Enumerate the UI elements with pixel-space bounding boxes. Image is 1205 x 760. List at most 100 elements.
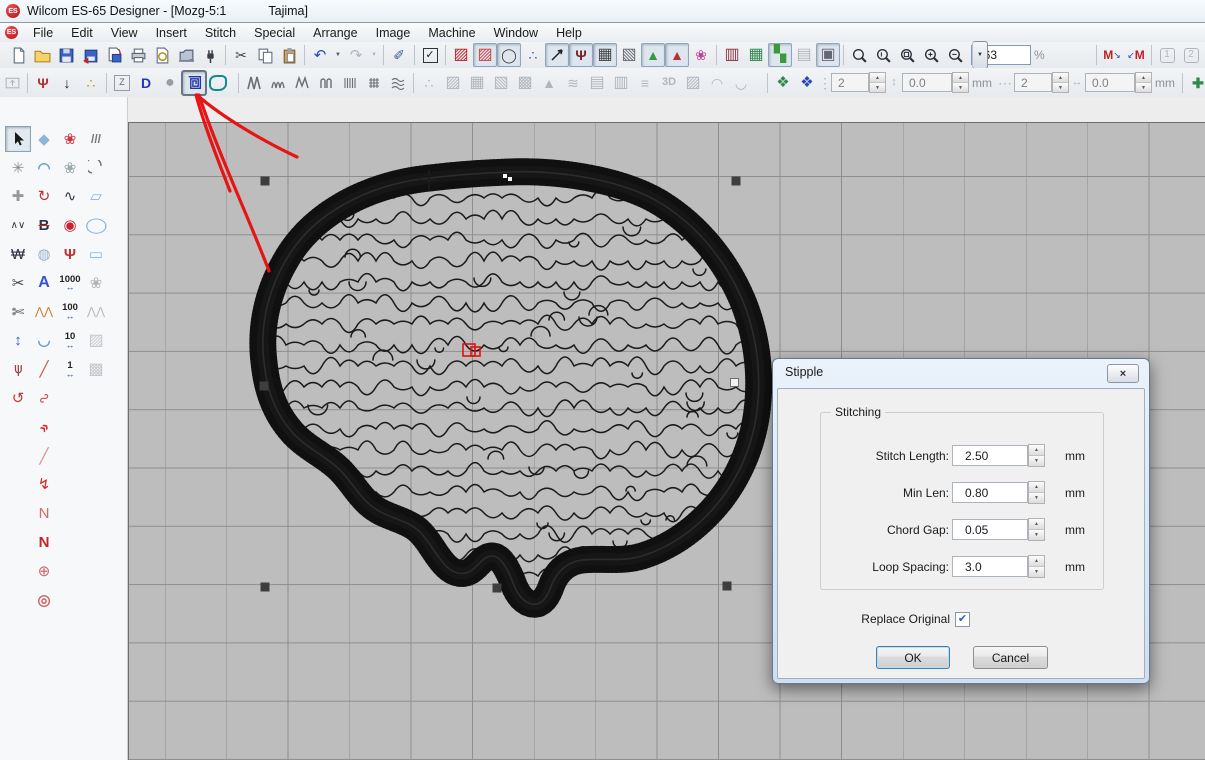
stitch-direction-tool[interactable]: ↻ — [31, 184, 57, 210]
ripple-fill-button[interactable]: ≋ — [561, 71, 585, 95]
menu-insert[interactable]: Insert — [147, 23, 196, 42]
min-len-spinner[interactable]: ▲▼ — [1028, 481, 1045, 504]
shape-corner-tool[interactable]: ▱ — [83, 184, 109, 210]
reshape-tool[interactable]: ◆ — [31, 126, 57, 152]
menu-image[interactable]: Image — [367, 23, 420, 42]
copy-button[interactable] — [253, 43, 277, 67]
menu-help[interactable]: Help — [547, 23, 591, 42]
export-design-button[interactable]: ▣ — [816, 43, 840, 67]
overlap-circles-tool[interactable]: ⊕ — [31, 558, 57, 584]
menu-machine[interactable]: Machine — [419, 23, 484, 42]
lattice-fill-button[interactable]: ▦ — [465, 71, 489, 95]
jagged-run-tool[interactable]: ↯ — [31, 472, 57, 498]
chain-link-tool[interactable]: ∾ — [31, 386, 57, 412]
zoom-box-button[interactable] — [895, 43, 919, 67]
cut-button[interactable]: ✂ — [229, 43, 253, 67]
stipple-run-button[interactable] — [182, 71, 206, 95]
mosaic-spread-button[interactable]: ❖ — [771, 71, 795, 95]
texture2-disabled-tool[interactable]: ▩ — [83, 357, 109, 383]
add-node-tool[interactable]: ✚ — [5, 184, 31, 210]
frame-out-button[interactable] — [0, 71, 24, 95]
ellipse-tool[interactable]: ◯ — [83, 213, 109, 239]
column-count-spinner[interactable]: ▲▼ — [1052, 72, 1069, 93]
save-button[interactable] — [54, 43, 78, 67]
insert-flower-tool[interactable]: ❀ — [57, 126, 83, 152]
cross-fill-button[interactable]: ▩ — [513, 71, 537, 95]
zoom-out-button[interactable] — [943, 43, 967, 67]
flower-disabled-tool[interactable]: ❀ — [83, 270, 109, 296]
print-button[interactable] — [126, 43, 150, 67]
needle-point-button[interactable]: Ψ — [569, 43, 593, 67]
menu-file[interactable]: File — [24, 23, 62, 42]
program-split-button[interactable]: ▤ — [585, 71, 609, 95]
threed-effect-button[interactable]: 3D — [657, 71, 681, 95]
menu-special[interactable]: Special — [245, 23, 304, 42]
import-machine-file-button[interactable]: M↘ — [1100, 43, 1124, 67]
rectangle-tool[interactable]: ▭ — [83, 242, 109, 268]
menu-edit[interactable]: Edit — [62, 23, 102, 42]
select-tool[interactable] — [5, 126, 31, 152]
chord-gap-input[interactable]: 0.05 — [952, 519, 1028, 540]
visor-nodes-tool[interactable]: ◡ — [31, 328, 57, 354]
auto-select-check-button[interactable]: ✓ — [418, 43, 442, 67]
design-properties-button[interactable]: ▥ — [720, 43, 744, 67]
mirror-people-tool[interactable]: ⋀⋀ — [31, 299, 57, 325]
picture-button[interactable]: ❀ — [689, 43, 713, 67]
stitch-list-button[interactable]: ▤ — [792, 43, 816, 67]
lettering-tool[interactable]: A — [31, 270, 57, 296]
column-spacing-input[interactable]: 0.0 — [1085, 73, 1135, 92]
spacing-1-tool[interactable]: 1↔ — [57, 357, 83, 383]
hoop-2-button[interactable]: 2 — [1179, 43, 1203, 67]
zoom-1to1-button[interactable] — [871, 43, 895, 67]
add-points-button[interactable]: ∴ — [79, 71, 103, 95]
spacing-input[interactable]: 0.0 — [902, 73, 952, 92]
line-fill-button[interactable] — [338, 71, 362, 95]
spacing-10-tool[interactable]: 10↔ — [57, 328, 83, 354]
stipple-dialog[interactable]: Stipple × Stitching Stitch Length: 2.50 … — [772, 358, 1150, 684]
bean-stitch-tool[interactable]: ◉ — [57, 213, 83, 239]
replace-original-checkbox[interactable]: ✔ — [955, 612, 970, 627]
gradient-fill-button[interactable]: ≡ — [633, 71, 657, 95]
ok-button[interactable]: OK — [876, 646, 950, 669]
spacing-1000-tool[interactable]: 1000↔ — [57, 270, 83, 296]
repeat-count-input[interactable]: 2 — [831, 73, 869, 92]
rotate-ellipse-tool[interactable]: ↺ — [5, 386, 31, 412]
stitch-split-tool[interactable]: ₩ — [5, 242, 31, 268]
satin-stitch-button[interactable] — [242, 71, 266, 95]
spacing-100-tool[interactable]: 100↔ — [57, 299, 83, 325]
penetrations-button[interactable]: Ψ — [31, 71, 55, 95]
overview-window-button[interactable]: ▧ — [617, 43, 641, 67]
height-fork-tool[interactable]: ↕ — [5, 328, 31, 354]
tatami-stitch-button[interactable] — [314, 71, 338, 95]
flexi-split-button[interactable]: ▥ — [609, 71, 633, 95]
menu-view[interactable]: View — [102, 23, 147, 42]
connect-machine-button[interactable] — [198, 43, 222, 67]
show-artwork-button[interactable]: ▲ — [665, 43, 689, 67]
stitch-length-input[interactable]: 2.50 — [952, 445, 1028, 466]
outline-design-button[interactable] — [206, 71, 230, 95]
underlay-a-button[interactable]: ◠ — [705, 71, 729, 95]
undo-dropdown[interactable]: ▼ — [332, 43, 344, 67]
zoom-in-button[interactable] — [919, 43, 943, 67]
open-path-tool[interactable]: N — [31, 501, 57, 527]
thread-colors-button[interactable]: ▦ — [744, 43, 768, 67]
stitch-machine-button[interactable] — [174, 43, 198, 67]
zigzag-stitch-button[interactable] — [290, 71, 314, 95]
zoom-level-combo[interactable]: 163 ▼ — [971, 45, 1031, 65]
menu-arrange[interactable]: Arrange — [304, 23, 366, 42]
hatch-lines-tool[interactable]: /// — [83, 126, 109, 152]
zigzag-run-tool[interactable]: ∿ — [57, 184, 83, 210]
run-stitch-tool[interactable]: » — [31, 414, 57, 440]
people-disabled-tool[interactable]: ⋀⋀ — [83, 299, 109, 325]
repeat-count-spinner[interactable]: ▲▼ — [869, 72, 886, 93]
underlay-b-button[interactable]: ◡ — [729, 71, 753, 95]
holes-tool[interactable]: ◍ — [31, 242, 57, 268]
chord-gap-spinner[interactable]: ▲▼ — [1028, 518, 1045, 541]
menu-stitch[interactable]: Stitch — [196, 23, 245, 42]
single-run-tool[interactable]: ╱ — [31, 443, 57, 469]
target-wheel-tool[interactable]: ◎ — [31, 587, 57, 613]
undo-button[interactable]: ↶ — [308, 43, 332, 67]
stitch-length-spinner[interactable]: ▲▼ — [1028, 444, 1045, 467]
motif-fill-button[interactable]: ∴ — [417, 71, 441, 95]
needle-down-button[interactable]: ↓ — [55, 71, 79, 95]
